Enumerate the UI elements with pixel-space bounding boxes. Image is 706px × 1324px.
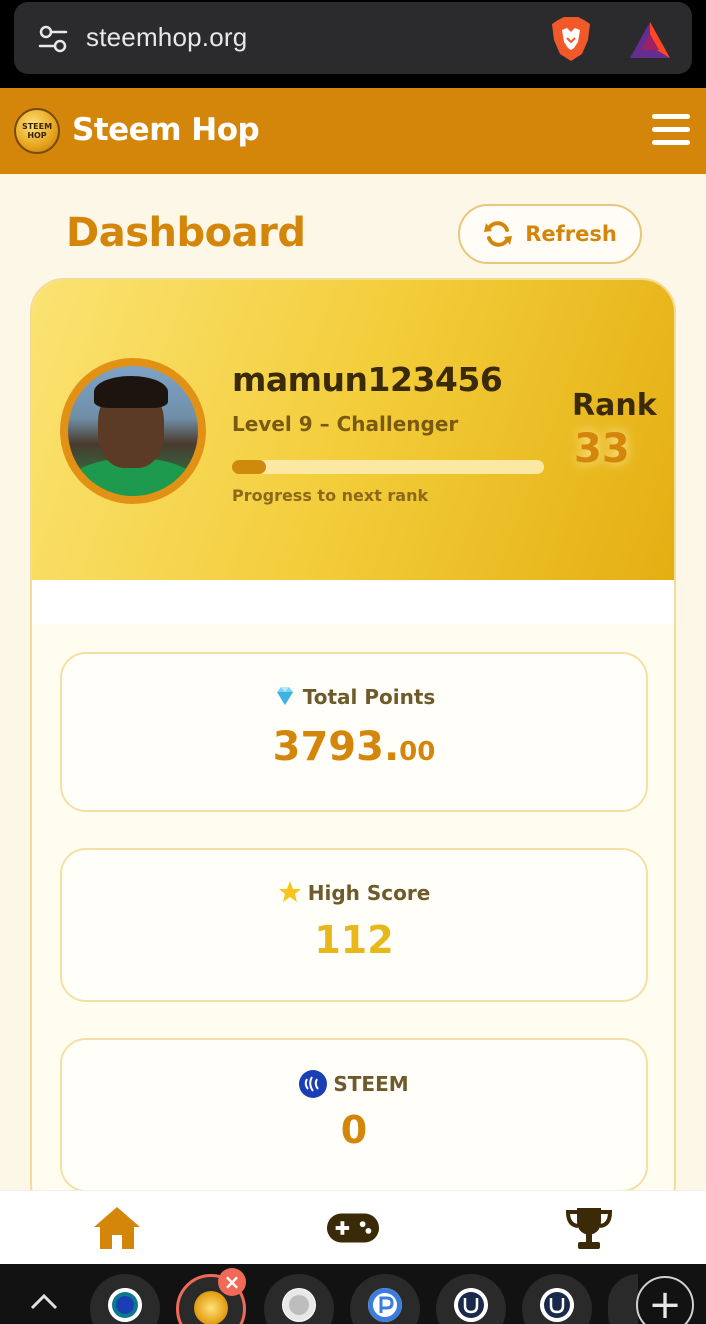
refresh-button[interactable]: Refresh — [458, 204, 642, 264]
gamepad-icon — [326, 1213, 380, 1243]
star-icon — [278, 881, 301, 902]
brave-lion-icon[interactable] — [550, 16, 592, 62]
avatar[interactable] — [60, 358, 206, 504]
u-favicon-icon — [454, 1288, 488, 1322]
total-points-card: Total Points 3793.00 — [60, 652, 648, 812]
site-settings-icon[interactable] — [38, 24, 68, 54]
steem-label: STEEM — [333, 1072, 409, 1096]
tab-p-app[interactable] — [350, 1274, 420, 1324]
total-points-label: Total Points — [302, 685, 436, 709]
trophy-icon — [565, 1208, 613, 1249]
tab-globe[interactable] — [264, 1274, 334, 1324]
high-score-label: High Score — [307, 881, 431, 905]
browser-tab-strip: × + — [0, 1264, 706, 1324]
high-score-value: 112 — [314, 918, 394, 962]
level-label: Level 9 – Challenger — [232, 412, 459, 436]
address-bar[interactable]: steemhop.org — [14, 2, 692, 74]
steem-value: 0 — [340, 1108, 368, 1152]
refresh-icon — [484, 221, 513, 247]
nav-home[interactable] — [90, 1203, 144, 1253]
steemhop-favicon-icon — [194, 1291, 228, 1324]
rank-value: 33 — [574, 426, 630, 472]
profile-spacer — [32, 580, 674, 624]
browser-toolbar: steemhop.org — [0, 0, 706, 88]
url-text[interactable]: steemhop.org — [86, 22, 247, 53]
nav-games[interactable] — [326, 1203, 380, 1253]
p-favicon-icon — [368, 1288, 402, 1322]
bat-rewards-icon[interactable] — [628, 20, 672, 60]
tab-steemit[interactable] — [90, 1274, 160, 1324]
rank-progress-fill — [232, 460, 267, 474]
profile-header: mamun123456 Level 9 – Challenger Progres… — [32, 280, 674, 580]
home-icon — [94, 1207, 140, 1249]
nav-leaderboard[interactable] — [562, 1203, 616, 1253]
steem-hop-logo[interactable]: STEEM HOP — [14, 108, 60, 154]
new-tab-button[interactable]: + — [636, 1276, 694, 1324]
gem-icon — [276, 687, 293, 705]
app-header: STEEM HOP Steem Hop — [0, 88, 706, 174]
tab-u-app-1[interactable] — [436, 1274, 506, 1324]
u-favicon-icon — [540, 1288, 574, 1322]
steem-favicon-icon — [108, 1288, 142, 1322]
steem-card: STEEM 0 — [60, 1038, 648, 1190]
rank-progress-bar — [232, 460, 544, 474]
chevron-up-icon[interactable] — [28, 1286, 60, 1318]
rank-label: Rank — [572, 388, 657, 423]
globe-icon — [282, 1288, 316, 1322]
refresh-label: Refresh — [525, 222, 617, 246]
high-score-card: High Score 112 — [60, 848, 648, 1002]
hamburger-menu-icon[interactable] — [652, 114, 692, 150]
dashboard-page: Dashboard Refresh mamun123456 Level 9 – … — [0, 174, 706, 1190]
bottom-nav — [0, 1190, 706, 1264]
profile-card: mamun123456 Level 9 – Challenger Progres… — [30, 278, 676, 1190]
tab-u-app-2[interactable] — [522, 1274, 592, 1324]
username: mamun123456 — [232, 360, 503, 399]
brand-name[interactable]: Steem Hop — [72, 112, 260, 148]
close-tab-icon[interactable]: × — [218, 1268, 246, 1296]
steem-icon — [299, 1070, 328, 1098]
progress-label: Progress to next rank — [232, 486, 429, 505]
total-points-value: 3793.00 — [272, 724, 436, 770]
page-title: Dashboard — [66, 210, 306, 256]
tab-overflow[interactable] — [608, 1274, 638, 1324]
